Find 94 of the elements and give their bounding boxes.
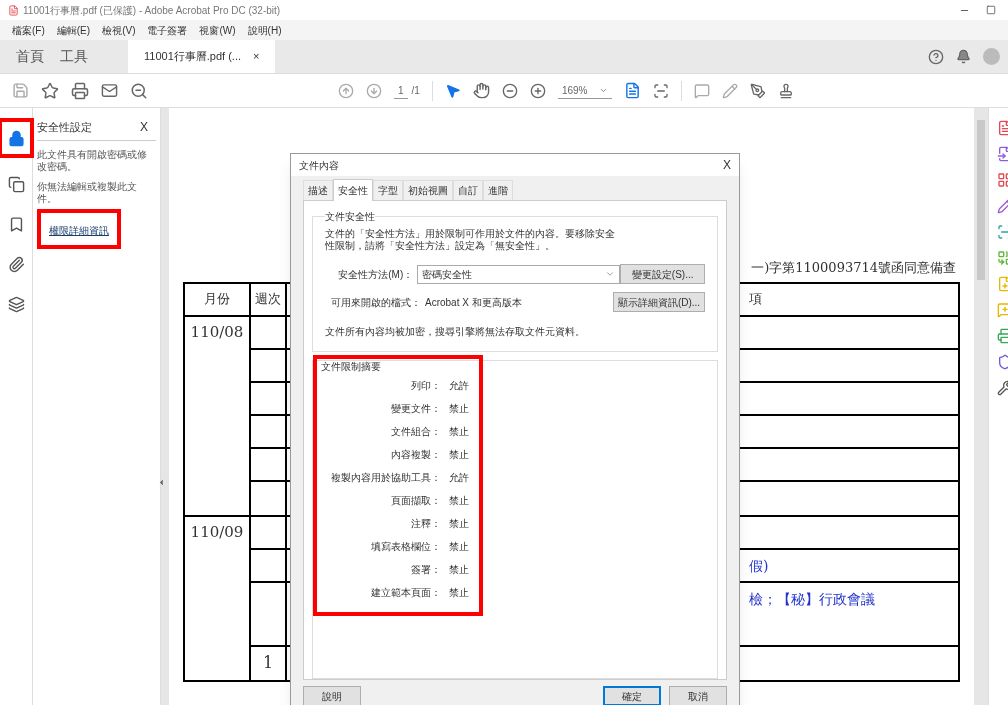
zoom-out-icon[interactable] bbox=[501, 82, 518, 99]
zoom-field[interactable]: 169% bbox=[557, 82, 613, 99]
menu-item[interactable]: 視窗(W) bbox=[199, 22, 236, 38]
scroll-mode-icon[interactable] bbox=[653, 82, 670, 99]
restriction-label: 簽署： bbox=[410, 563, 441, 577]
panel-text: 此文件具有開啟密碼或修改密碼。 bbox=[37, 149, 148, 173]
restriction-value: 禁止 bbox=[449, 540, 469, 554]
restriction-label: 填寫表格欄位： bbox=[370, 540, 441, 554]
app-tab[interactable]: 首頁 bbox=[8, 40, 52, 73]
stamp-icon[interactable] bbox=[778, 82, 795, 99]
restriction-label: 頁面擷取： bbox=[390, 494, 441, 508]
restriction-label: 複製內容用於協助工具： bbox=[330, 471, 441, 485]
fit-page-icon[interactable] bbox=[624, 82, 642, 99]
page-total: /1 bbox=[411, 84, 420, 98]
print-icon[interactable] bbox=[71, 81, 89, 100]
month-cell-text: 110/09 bbox=[190, 521, 244, 543]
group-legend: 文件安全性 bbox=[325, 209, 375, 224]
restriction-value: 禁止 bbox=[449, 425, 469, 439]
close-panel-button[interactable]: X bbox=[140, 118, 148, 136]
cancel-button[interactable]: 取消 bbox=[669, 686, 727, 705]
document-tab[interactable]: 11001行事曆.pdf (... × bbox=[128, 40, 276, 73]
caret-icon bbox=[605, 269, 616, 279]
mail-icon[interactable] bbox=[101, 82, 118, 99]
dialog-tab[interactable]: 描述 bbox=[303, 180, 333, 200]
app-logo-icon bbox=[8, 4, 19, 16]
star-icon[interactable] bbox=[41, 81, 59, 100]
zoom-in-icon[interactable] bbox=[529, 82, 546, 99]
dialog-tab[interactable]: 初始視圖 bbox=[403, 180, 453, 200]
column-header: 項 bbox=[749, 290, 762, 309]
restriction-value: 允許 bbox=[449, 379, 469, 393]
close-dialog-button[interactable]: X bbox=[723, 156, 731, 174]
security-method-dropdown[interactable]: 密碼安全性 bbox=[417, 264, 621, 284]
restriction-value: 禁止 bbox=[449, 402, 469, 416]
bell-icon[interactable] bbox=[956, 49, 971, 64]
close-tab-button[interactable]: × bbox=[253, 48, 260, 65]
pointer-icon[interactable] bbox=[444, 82, 461, 99]
highlight-icon[interactable] bbox=[722, 82, 739, 99]
month-cell-text: 110/08 bbox=[190, 321, 244, 343]
restriction-label: 變更文件： bbox=[390, 402, 441, 416]
window-title: 11001行事曆.pdf (已保護) - Adobe Acrobat Pro DC (32-bit) bbox=[23, 3, 281, 18]
previous-page-icon[interactable] bbox=[338, 82, 354, 99]
column-header: 月份 bbox=[204, 290, 230, 309]
app-tab[interactable]: 工具 bbox=[52, 40, 96, 73]
ok-button[interactable]: 確定 bbox=[603, 686, 661, 705]
menu-item[interactable]: 說明(H) bbox=[247, 22, 282, 38]
restriction-label: 注釋： bbox=[410, 517, 441, 531]
field-label: 可用來開啟的檔式： bbox=[330, 295, 421, 310]
restriction-label: 建立範本頁面： bbox=[370, 586, 441, 600]
document-tab-label: 11001行事曆.pdf (... bbox=[144, 49, 241, 65]
restriction-label: 文件組合： bbox=[390, 425, 441, 439]
save-icon[interactable] bbox=[12, 82, 29, 99]
help-icon[interactable] bbox=[928, 48, 944, 65]
sign-icon[interactable] bbox=[750, 82, 767, 99]
restriction-label: 列印： bbox=[410, 379, 441, 393]
restriction-value: 禁止 bbox=[449, 563, 469, 577]
dialog-tab[interactable]: 安全性 bbox=[333, 179, 373, 201]
column-header: 週次 bbox=[255, 290, 281, 309]
dialog-title: 文件內容 bbox=[299, 158, 339, 173]
group-legend: 文件限制摘要 bbox=[321, 359, 475, 374]
collapse-panel-icon[interactable] bbox=[157, 478, 166, 487]
comment-icon[interactable] bbox=[694, 82, 711, 99]
permission-details-link[interactable]: 權限詳細資訊 bbox=[49, 225, 109, 236]
menu-item[interactable]: 檔案(F) bbox=[12, 22, 45, 38]
zoom-icon[interactable] bbox=[130, 81, 148, 100]
hand-icon[interactable] bbox=[472, 82, 490, 99]
field-label: 安全性方法(M)： bbox=[337, 267, 414, 282]
panel-text: 你無法編輯或複製此文件。 bbox=[37, 181, 138, 205]
encryption-note: 文件所有內容均被加密，搜尋引擎將無法存取文件元資料。 bbox=[325, 325, 586, 339]
panel-title: 安全性設定 bbox=[37, 119, 92, 135]
restriction-value: 允許 bbox=[449, 471, 469, 485]
security-description: 文件的「安全性方法」用於限制可作用於文件的內容。要移除安全性限制，請將「安全性方法」設定為「無安全性」。 bbox=[325, 228, 615, 252]
maximize-icon[interactable] bbox=[986, 4, 996, 15]
week-cell-text: 1 bbox=[262, 651, 274, 674]
dialog-tab[interactable]: 進階 bbox=[483, 180, 513, 200]
dialog-tab[interactable]: 自訂 bbox=[453, 180, 483, 200]
menu-item[interactable]: 編輯(E) bbox=[56, 22, 91, 38]
field-value: Acrobat X 和更高版本 bbox=[425, 295, 522, 310]
restriction-value: 禁止 bbox=[449, 586, 469, 600]
item-cell: 檢；【秘】行政會議 bbox=[749, 590, 875, 607]
restriction-label: 內容複製： bbox=[390, 448, 441, 462]
show-details-button[interactable]: 顯示詳細資訊(D)... bbox=[613, 292, 705, 312]
change-settings-button[interactable]: 變更設定(S)... bbox=[620, 264, 705, 284]
page-number-field[interactable]: 1 bbox=[394, 82, 408, 99]
restriction-value: 禁止 bbox=[449, 494, 469, 508]
menu-item[interactable]: 檢視(V) bbox=[102, 22, 136, 38]
restriction-value: 禁止 bbox=[449, 448, 469, 462]
restriction-value: 禁止 bbox=[449, 517, 469, 531]
document-heading: 一)字第1100093714號函同意備查 bbox=[751, 259, 956, 277]
help-button[interactable]: 說明 bbox=[303, 686, 361, 705]
next-page-icon[interactable] bbox=[366, 82, 382, 99]
item-cell: 假) bbox=[749, 557, 769, 574]
scrollbar-thumb[interactable] bbox=[977, 120, 985, 280]
dialog-tab[interactable]: 字型 bbox=[373, 180, 403, 200]
menu-item[interactable]: 電子簽署 bbox=[147, 22, 188, 38]
